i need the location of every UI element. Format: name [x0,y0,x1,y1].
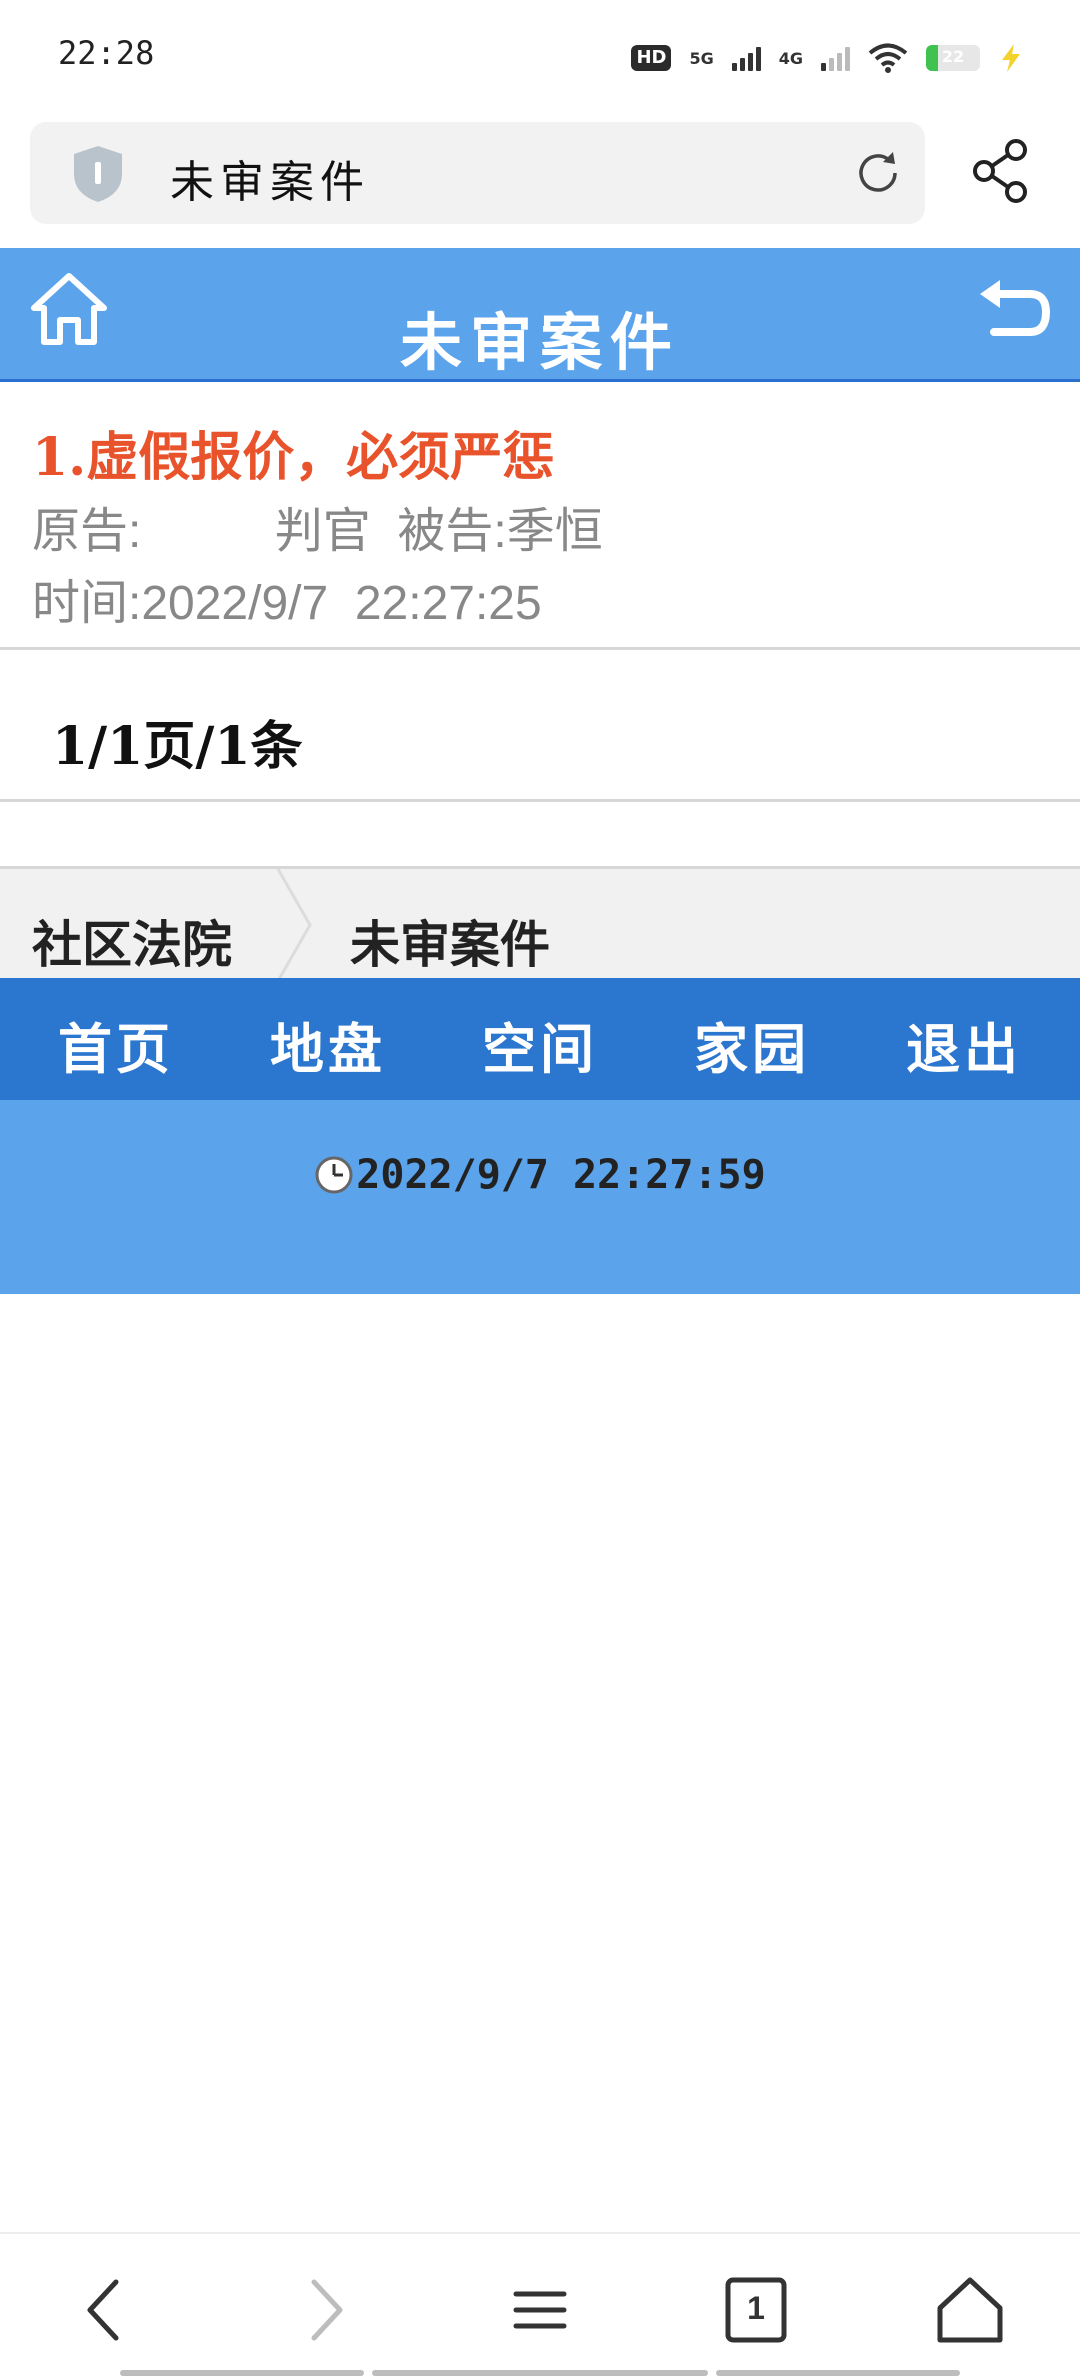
footer-time-text: 2022/9/7 22:27:59 [356,1152,766,1198]
nav-home[interactable]: 首页 [58,995,174,1084]
gesture-bar-right [716,2370,960,2376]
nav-homeland[interactable]: 家园 [694,995,810,1084]
breadcrumb: 社区法院 未审案件 [0,866,1080,981]
forward-icon[interactable] [284,2270,364,2350]
nav-territory[interactable]: 地盘 [270,995,386,1084]
nav-space[interactable]: 空间 [482,995,598,1084]
hd-badge: HD [631,45,672,71]
tabs-button[interactable]: 1 [716,2270,796,2350]
tab-count: 1 [747,2290,765,2326]
footer-clock: 2022/9/7 22:27:59 [0,1152,1080,1198]
case-title-link[interactable]: 1.虚假报价，必须严惩 [32,415,554,490]
breadcrumb-item-current: 未审案件 [350,915,550,974]
case-parties: 原告: 判官 被告:季恒 [32,505,603,558]
back-icon[interactable] [66,2270,146,2350]
pagination-text: 1/1页/1条 [52,716,303,777]
reload-icon[interactable] [851,146,905,200]
network-5g-label: 5G [689,48,714,68]
address-bar[interactable]: 未审案件 [30,122,925,224]
address-title[interactable]: 未审案件 [170,146,370,210]
case-item[interactable]: 1.虚假报价，必须严惩 原告: 判官 被告:季恒 时间:2022/9/7 22:… [0,385,1080,650]
status-time: 22:28 [58,34,155,72]
menu-icon[interactable] [500,2270,580,2350]
pagination: 1/1页/1条 [0,650,1080,802]
status-bar: 22:28 HD 5G 4G 22 [0,0,1080,110]
breadcrumb-item-court[interactable]: 社区法院 [32,905,232,977]
gesture-bar-center [372,2370,708,2376]
nav-logout[interactable]: 退出 [906,995,1022,1084]
gesture-bar-left [120,2370,364,2376]
browser-home-icon[interactable] [930,2270,1010,2350]
page-title: 未审案件 [399,306,680,379]
network-4g-label: 4G [778,48,803,68]
page-header: 未审案件 [0,248,1080,382]
status-icons: HD 5G 4G 22 [631,38,1024,78]
breadcrumb-separator-icon [276,869,312,981]
battery-icon: 22 [926,45,980,71]
wifi-icon [868,43,908,73]
share-icon[interactable] [966,136,1036,206]
signal-4g-icon [821,45,850,71]
clock-icon [315,1156,353,1194]
browser-bottom-nav: 1 [0,2232,1080,2376]
case-time: 时间:2022/9/7 22:27:25 [32,577,542,630]
shield-icon[interactable] [70,144,126,204]
return-icon[interactable] [974,276,1052,340]
footer: 2022/9/7 22:27:59 [0,1100,1080,1294]
signal-5g-icon [731,45,761,71]
charging-bolt-icon [1002,44,1020,72]
main-nav: 首页 地盘 空间 家园 退出 [0,978,1080,1100]
battery-level: 22 [941,47,965,66]
